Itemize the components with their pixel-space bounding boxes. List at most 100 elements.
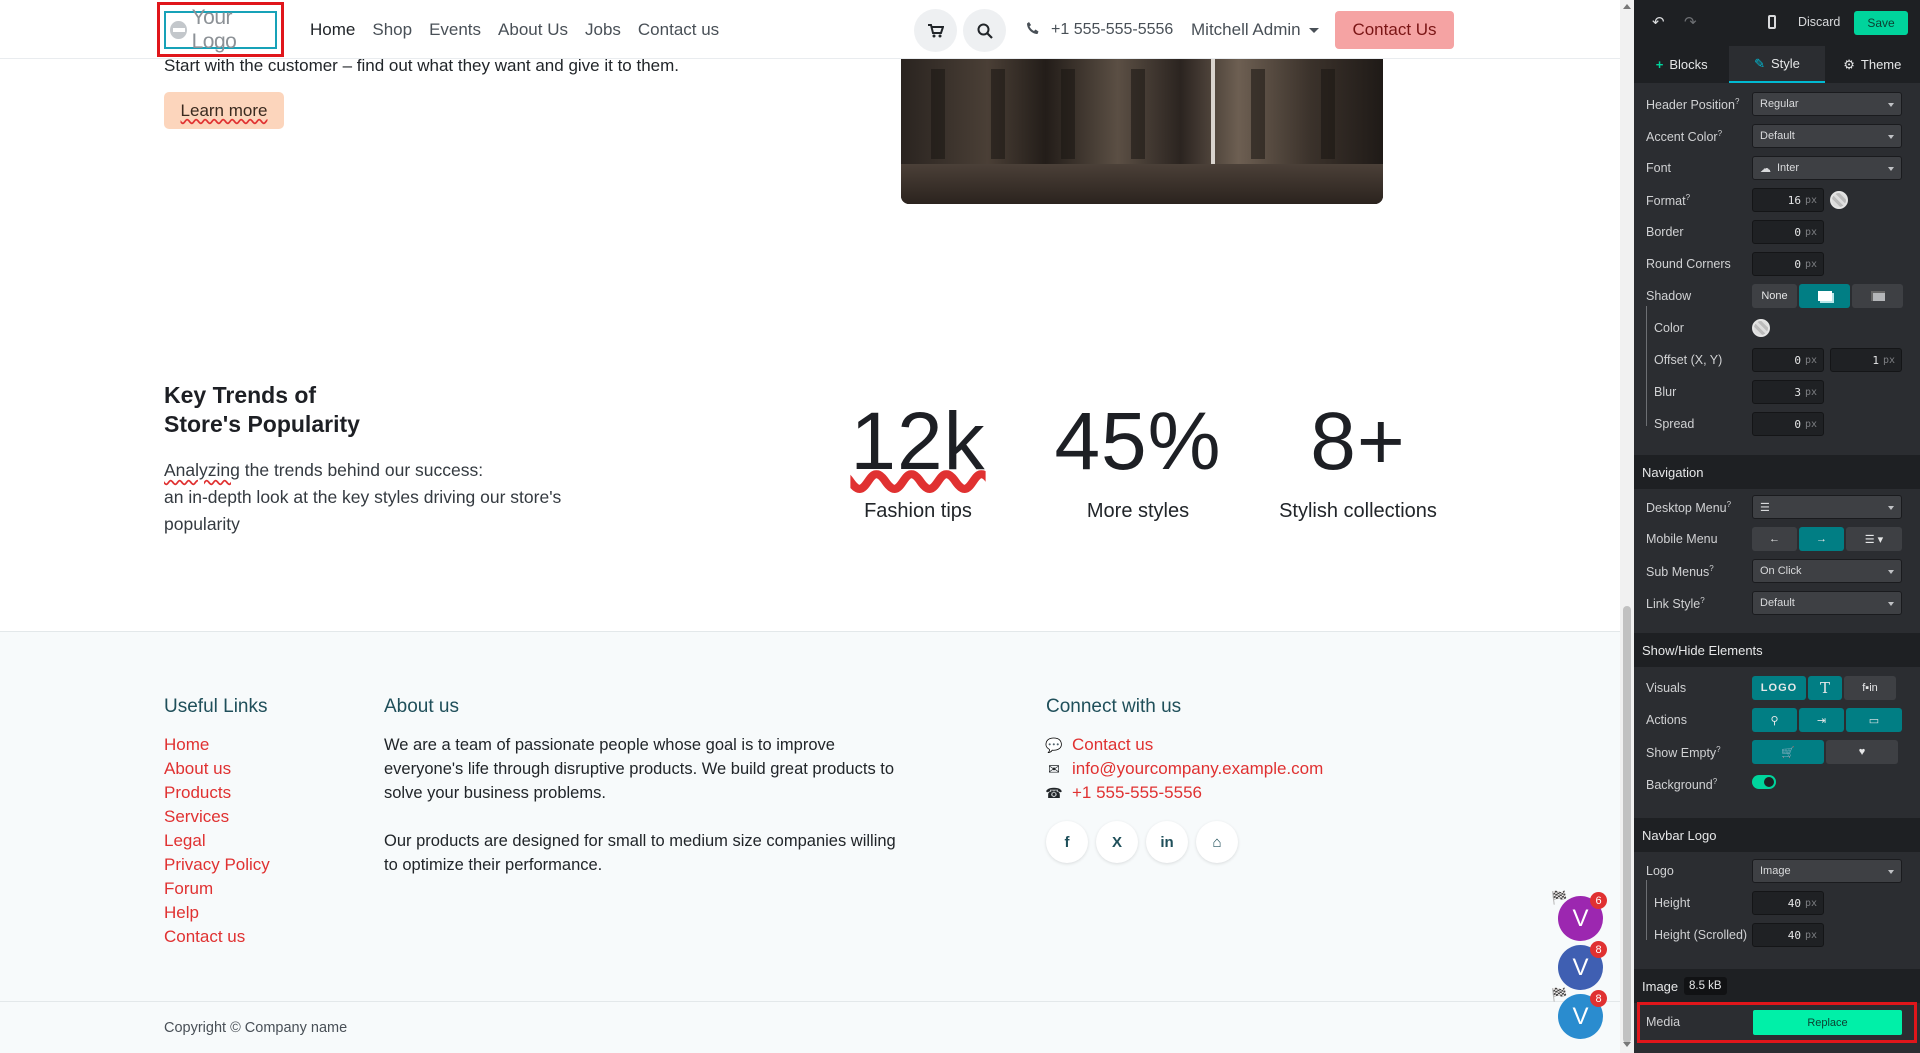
useful-links-title: Useful Links xyxy=(164,696,268,717)
clothing-store-image xyxy=(901,59,1383,204)
shadow-outset-button[interactable] xyxy=(1799,284,1850,308)
facebook-icon[interactable]: f xyxy=(1046,821,1088,863)
notification-badge: 8 xyxy=(1590,941,1607,958)
cart-button[interactable] xyxy=(914,9,957,52)
blur-input[interactable]: 3 px xyxy=(1752,380,1824,404)
header-position-select[interactable]: Regular xyxy=(1752,92,1902,116)
height-scrolled-input[interactable]: 40 px xyxy=(1752,923,1824,947)
home-icon[interactable]: ⌂ xyxy=(1196,821,1238,863)
trends-title: Key Trends of Store's Popularity xyxy=(164,381,360,439)
social-toggle-icon[interactable]: f▪in xyxy=(1844,676,1896,700)
footer-link-help[interactable]: Help xyxy=(164,901,270,925)
discard-button[interactable]: Discard xyxy=(1798,15,1840,29)
avatar-letter: V xyxy=(1572,953,1589,981)
image-size-badge: 8.5 kB xyxy=(1684,977,1727,995)
nav-link-contact-us[interactable]: Contact us xyxy=(638,20,719,40)
site-logo[interactable]: Your Logo xyxy=(164,6,277,53)
stat-more-styles: 45% More styles xyxy=(1028,396,1248,523)
tab-blocks[interactable]: + Blocks xyxy=(1634,46,1729,83)
learn-more-button[interactable]: Learn more xyxy=(164,92,284,129)
nav-phone[interactable]: +1 555-555-5556 xyxy=(1051,21,1173,39)
spread-input[interactable]: 0 px xyxy=(1752,412,1824,436)
nav-link-events[interactable]: Events xyxy=(429,20,481,40)
connect-email-link[interactable]: info@yourcompany.example.com xyxy=(1072,757,1323,781)
footer-link-products[interactable]: Products xyxy=(164,781,270,805)
offset-x-input[interactable]: 0 px xyxy=(1752,348,1824,372)
mobile-preview-icon[interactable] xyxy=(1768,15,1776,29)
redo-icon[interactable]: ↷ xyxy=(1684,13,1697,31)
sub-menus-label: Sub Menus? xyxy=(1646,564,1714,580)
offset-y-input[interactable]: 1 px xyxy=(1830,348,1902,372)
footer-link-legal[interactable]: Legal xyxy=(164,829,270,853)
connect-title: Connect with us xyxy=(1046,696,1182,717)
font-select[interactable]: ☁ Inter xyxy=(1752,156,1902,180)
plus-icon: + xyxy=(1655,57,1664,72)
tab-theme[interactable]: ⚙ Theme xyxy=(1825,46,1920,83)
avatar[interactable]: V 8 xyxy=(1558,941,1607,990)
arrow-right-icon[interactable]: → xyxy=(1799,527,1844,551)
nav-link-about-us[interactable]: About Us xyxy=(498,20,568,40)
shadow-color-swatch[interactable] xyxy=(1752,319,1770,337)
user-menu[interactable]: Mitchell Admin xyxy=(1191,20,1319,40)
search-toggle-icon[interactable]: ⚲ xyxy=(1752,708,1797,732)
contact-toggle-icon[interactable]: ▭ xyxy=(1846,708,1902,732)
desktop-menu-select[interactable]: ☰ xyxy=(1752,495,1902,519)
footer-link-services[interactable]: Services xyxy=(164,805,270,829)
font-label: Font xyxy=(1646,161,1672,175)
avatar[interactable]: V 6 xyxy=(1558,892,1607,941)
site-navbar: Your Logo Home Shop Events About Us Jobs… xyxy=(0,0,1620,59)
mobile-menu-label: Mobile Menu xyxy=(1646,532,1718,546)
nav-link-home[interactable]: Home xyxy=(310,20,355,40)
shadow-outset-icon xyxy=(1817,291,1832,301)
copyright-bar: Copyright © Company name xyxy=(0,1001,1620,1053)
logo-toggle-button[interactable]: LOGO xyxy=(1752,676,1806,700)
linkedin-icon[interactable]: in xyxy=(1146,821,1188,863)
footer-link-contact-us[interactable]: Contact us xyxy=(164,925,270,949)
footer-link-forum[interactable]: Forum xyxy=(164,877,270,901)
align-left-dropdown-icon[interactable]: ☰ ▾ xyxy=(1846,527,1902,551)
accent-color-select[interactable]: Default xyxy=(1752,124,1902,148)
logo-type-select[interactable]: Image xyxy=(1752,859,1902,883)
user-name: Mitchell Admin xyxy=(1191,20,1301,39)
arrow-left-icon[interactable]: ← xyxy=(1752,527,1797,551)
shadow-inset-button[interactable] xyxy=(1852,284,1903,308)
replace-media-button[interactable]: Replace xyxy=(1753,1010,1902,1035)
undo-icon[interactable]: ↶ xyxy=(1652,13,1665,31)
nav-menu: Home Shop Events About Us Jobs Contact u… xyxy=(310,20,719,40)
format-color-swatch[interactable] xyxy=(1830,191,1848,209)
footer-link-about-us[interactable]: About us xyxy=(164,757,270,781)
height-input[interactable]: 40 px xyxy=(1752,891,1824,915)
text-toggle-icon[interactable]: T xyxy=(1808,676,1842,700)
border-input[interactable]: 0 px xyxy=(1752,220,1824,244)
logo-tree-line xyxy=(1646,880,1647,940)
scroll-down-icon[interactable] xyxy=(1623,1042,1631,1047)
link-style-select[interactable]: Default xyxy=(1752,591,1902,615)
footer-link-privacy-policy[interactable]: Privacy Policy xyxy=(164,853,270,877)
connect-phone-link[interactable]: +1 555-555-5556 xyxy=(1072,781,1202,805)
cart-toggle-icon[interactable]: 🛒 xyxy=(1752,740,1824,764)
scroll-up-icon[interactable] xyxy=(1623,4,1631,9)
heart-toggle-icon[interactable]: ♥ xyxy=(1826,740,1898,764)
avatar-letter: V xyxy=(1572,1002,1589,1030)
contact-us-button[interactable]: Contact Us xyxy=(1335,11,1454,49)
shadow-none-button[interactable]: None xyxy=(1752,284,1797,308)
search-button[interactable] xyxy=(963,9,1006,52)
sign-in-toggle-icon[interactable]: ⇥ xyxy=(1799,708,1844,732)
round-corners-input[interactable]: 0 px xyxy=(1752,252,1824,276)
tab-style[interactable]: ✎ Style xyxy=(1729,46,1825,83)
sub-menus-select[interactable]: On Click xyxy=(1752,559,1902,583)
scrollbar-thumb[interactable] xyxy=(1623,606,1631,1043)
nav-link-jobs[interactable]: Jobs xyxy=(585,20,621,40)
format-input[interactable]: 16 px xyxy=(1752,188,1824,212)
save-button[interactable]: Save xyxy=(1854,11,1908,35)
shadow-options: None xyxy=(1752,284,1903,308)
connect-contact-link[interactable]: Contact us xyxy=(1072,733,1153,757)
avatar[interactable]: V 8 xyxy=(1558,990,1607,1039)
logo-mark-icon xyxy=(170,21,187,39)
background-toggle[interactable] xyxy=(1752,775,1776,789)
page-scrollbar[interactable] xyxy=(1620,0,1634,1053)
visuals-label: Visuals xyxy=(1646,681,1687,695)
nav-link-shop[interactable]: Shop xyxy=(372,20,412,40)
footer-link-home[interactable]: Home xyxy=(164,733,270,757)
x-twitter-icon[interactable]: X xyxy=(1096,821,1138,863)
